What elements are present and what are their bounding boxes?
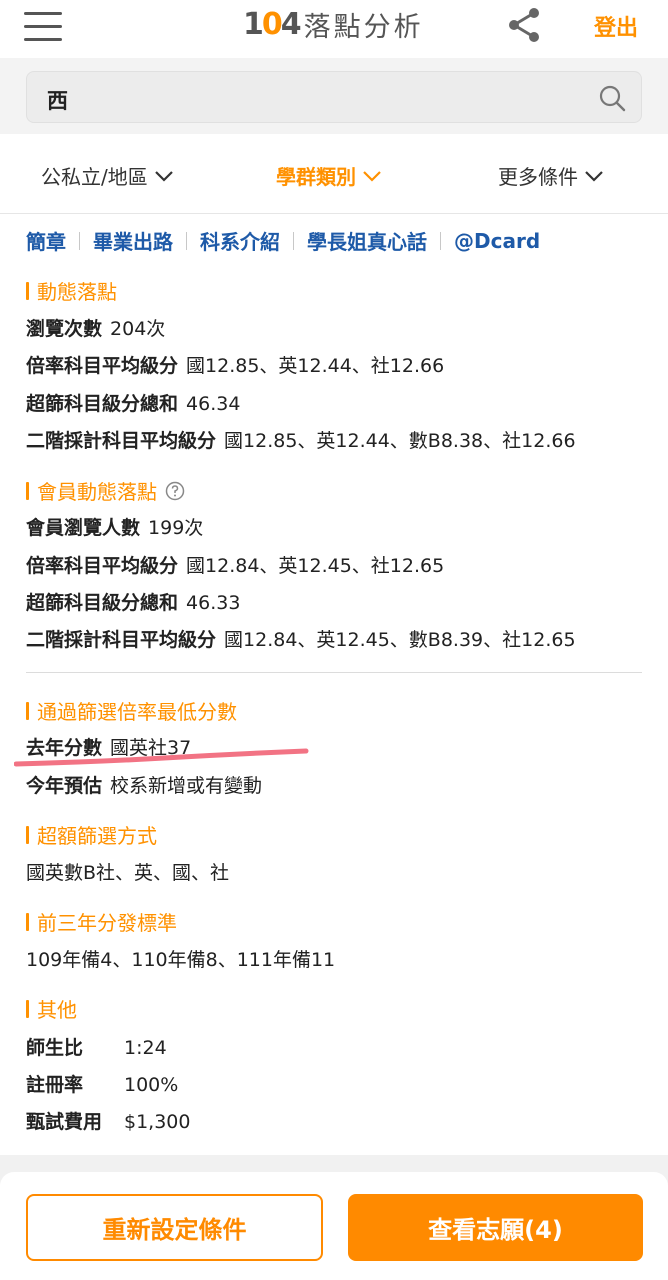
info-row: 會員瀏覽人數 199次 bbox=[26, 517, 204, 539]
filter-category[interactable]: 學群類別 bbox=[276, 161, 382, 190]
handwritten-underline bbox=[14, 748, 309, 767]
logo-number: 104 bbox=[243, 6, 302, 42]
logout-button[interactable]: 登出 bbox=[594, 10, 638, 42]
info-links: 簡章 畢業出路 科系介紹 學長姐真心話 @Dcard bbox=[26, 226, 540, 255]
divider bbox=[186, 231, 187, 250]
filter-region[interactable]: 公私立/地區 bbox=[41, 161, 174, 190]
info-row: 超篩科目級分總和 46.33 bbox=[26, 592, 241, 614]
app-logo[interactable]: 104 落點分析 bbox=[243, 4, 424, 44]
menu-icon[interactable] bbox=[24, 10, 64, 42]
section-divider bbox=[26, 672, 642, 673]
app-header: 104 落點分析 登出 bbox=[0, 0, 668, 56]
view-choices-button[interactable]: 查看志願(4) bbox=[348, 1194, 643, 1261]
link-senior-talk[interactable]: 學長姐真心話 bbox=[307, 226, 427, 255]
info-row: 倍率科目平均級分 國12.85、英12.44、社12.66 bbox=[26, 355, 445, 377]
logo-text: 落點分析 bbox=[303, 11, 424, 43]
chevron-down-icon bbox=[363, 170, 381, 182]
divider bbox=[79, 231, 80, 250]
chevron-down-icon bbox=[585, 170, 603, 182]
info-row: 二階採計科目平均級分 國12.84、英12.45、數B8.39、社12.65 bbox=[26, 629, 576, 651]
section-title-standard: 前三年分發標準 bbox=[26, 907, 177, 936]
section-title-excess: 超額篩選方式 bbox=[26, 820, 157, 849]
info-row: 師生比 1:24 bbox=[26, 1037, 167, 1059]
section-title-member: 會員動態落點 bbox=[26, 476, 185, 505]
chevron-down-icon bbox=[154, 170, 173, 182]
info-row: 二階採計科目平均級分 國12.85、英12.44、數B8.38、社12.66 bbox=[26, 430, 576, 452]
share-icon[interactable] bbox=[504, 5, 544, 45]
search-input[interactable]: 西 bbox=[26, 71, 642, 123]
filter-bar: 公私立/地區 學群類別 更多條件 bbox=[0, 134, 668, 214]
info-row: 甄試費用 $1,300 bbox=[26, 1111, 191, 1133]
help-icon[interactable] bbox=[165, 481, 185, 501]
info-row: 註冊率 100% bbox=[26, 1074, 179, 1096]
filter-category-label: 學群類別 bbox=[276, 165, 356, 189]
section-title-dynamic: 動態落點 bbox=[26, 276, 117, 305]
section-title-other: 其他 bbox=[26, 994, 77, 1023]
link-department[interactable]: 科系介紹 bbox=[200, 226, 280, 255]
info-row-this-year: 今年預估 校系新增或有變動 bbox=[26, 775, 263, 797]
link-career[interactable]: 畢業出路 bbox=[93, 226, 173, 255]
info-row: 超篩科目級分總和 46.34 bbox=[26, 393, 241, 415]
reset-conditions-button[interactable]: 重新設定條件 bbox=[26, 1194, 323, 1261]
excess-text: 國英數B社、英、國、社 bbox=[26, 862, 230, 884]
section-title-pass: 通過篩選倍率最低分數 bbox=[26, 696, 237, 725]
filter-more[interactable]: 更多條件 bbox=[498, 161, 604, 190]
info-row: 瀏覽次數 204次 bbox=[26, 318, 166, 340]
filter-region-label: 公私立/地區 bbox=[41, 165, 148, 189]
divider bbox=[293, 231, 294, 250]
info-row: 倍率科目平均級分 國12.84、英12.45、社12.65 bbox=[26, 555, 445, 577]
divider bbox=[440, 231, 441, 250]
search-icon[interactable] bbox=[598, 84, 626, 112]
search-value: 西 bbox=[47, 89, 68, 113]
filter-more-label: 更多條件 bbox=[498, 165, 578, 189]
link-dcard[interactable]: @Dcard bbox=[454, 229, 540, 253]
link-brochure[interactable]: 簡章 bbox=[26, 226, 66, 255]
standard-text: 109年備4、110年備8、111年備11 bbox=[26, 949, 336, 971]
